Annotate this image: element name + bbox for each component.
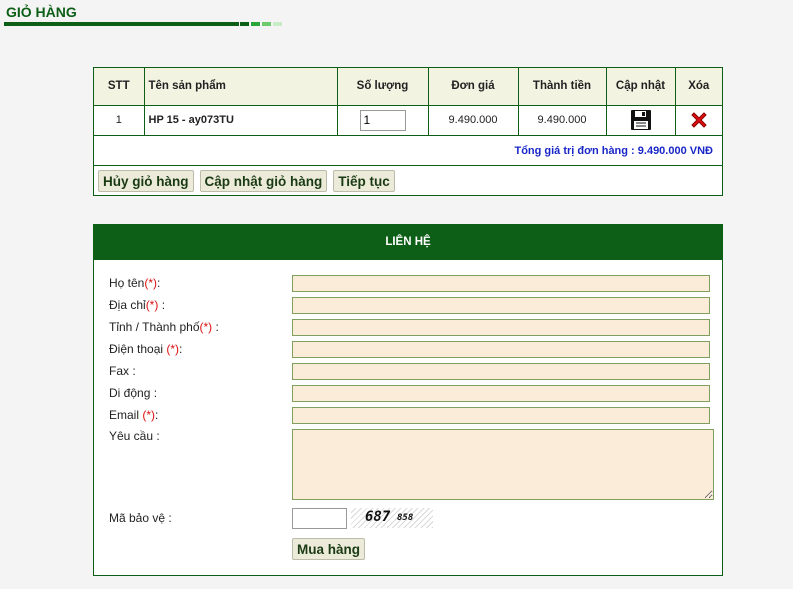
page-title: GIỎ HÀNG [6, 4, 77, 20]
row-line-total: 9.490.000 [518, 105, 607, 135]
captcha-label: Mã bảo vệ : [109, 511, 172, 525]
clear-cart-button[interactable]: Hủy giỏ hàng [98, 170, 194, 192]
row-stt: 1 [94, 105, 145, 135]
red-x-icon[interactable] [689, 110, 709, 130]
required-mark: (*) [145, 298, 159, 312]
phone-label: Điện thoại (*): [109, 342, 183, 356]
email-label-text: Email [109, 408, 143, 422]
col-line-total: Thành tiền [518, 68, 607, 106]
title-dash-4 [273, 22, 282, 26]
mobile-field[interactable] [292, 385, 710, 402]
name-label-text: Họ tên [109, 276, 145, 290]
phone-label-text: Điện thoại [109, 342, 167, 356]
captcha-digits-big: 687 [365, 509, 391, 525]
contact-form: LIÊN HỆ Họ tên(*): Địa chỉ(*) : Tỉnh / T… [93, 224, 723, 576]
title-dash-3 [262, 22, 271, 26]
update-cart-button[interactable]: Cập nhật giỏ hàng [199, 170, 328, 192]
email-label: Email (*): [109, 408, 159, 422]
name-field[interactable] [292, 275, 710, 292]
table-row: 1 HP 15 - ay073TU 9.490.000 9.490.000 [94, 105, 722, 135]
city-field[interactable] [292, 319, 710, 336]
required-mark: (*) [144, 276, 158, 290]
cart-table: STT Tên sản phẩm Số lượng Đơn giá Thành … [94, 68, 722, 135]
mobile-label: Di động : [109, 386, 158, 400]
cart-panel: STT Tên sản phẩm Số lượng Đơn giá Thành … [93, 67, 723, 196]
update-cell [606, 105, 676, 135]
contact-heading: LIÊN HỆ [94, 225, 722, 260]
col-unit-price: Đơn giá [428, 68, 519, 106]
required-mark: (*) [199, 320, 213, 334]
buy-button[interactable]: Mua hàng [292, 538, 365, 560]
fax-field[interactable] [292, 363, 710, 380]
cart-button-bar: Hủy giỏ hàng Cập nhật giỏ hàng Tiếp tục [94, 165, 722, 195]
captcha-image: 687 858 [351, 508, 433, 528]
request-textarea[interactable] [292, 429, 714, 500]
address-field[interactable] [292, 297, 710, 314]
phone-field[interactable] [292, 341, 710, 358]
email-field[interactable] [292, 407, 710, 424]
title-dash-2 [251, 22, 260, 26]
quantity-input[interactable] [359, 109, 406, 131]
address-label: Địa chỉ(*) : [109, 298, 166, 312]
title-dash-1 [240, 22, 249, 26]
captcha-input[interactable] [292, 508, 347, 529]
required-mark: (*) [142, 408, 156, 422]
address-label-text: Địa chỉ [109, 298, 146, 312]
name-label: Họ tên(*): [109, 276, 161, 290]
col-stt: STT [94, 68, 145, 106]
required-mark: (*) [166, 342, 180, 356]
city-label-text: Tỉnh / Thành phố [109, 320, 200, 334]
floppy-disk-icon[interactable] [630, 109, 652, 131]
row-unit-price: 9.490.000 [428, 105, 519, 135]
city-label: Tỉnh / Thành phố(*) : [109, 320, 219, 334]
col-delete: Xóa [675, 68, 722, 106]
title-underline [4, 22, 239, 26]
row-quantity-cell [337, 105, 429, 135]
request-label: Yêu cầu : [109, 429, 160, 443]
row-product-name: HP 15 - ay073TU [144, 105, 338, 135]
order-total: Tổng giá trị đơn hàng : 9.490.000 VNĐ [94, 135, 722, 165]
fax-label: Fax : [109, 364, 136, 378]
delete-cell [675, 105, 722, 135]
col-quantity: Số lượng [337, 68, 429, 106]
col-product-name: Tên sản phẩm [144, 68, 338, 106]
captcha-digits-small: 858 [397, 513, 414, 523]
continue-shopping-button[interactable]: Tiếp tục [333, 170, 395, 192]
col-update: Cập nhật [606, 68, 676, 106]
cart-header-row: STT Tên sản phẩm Số lượng Đơn giá Thành … [94, 68, 722, 106]
